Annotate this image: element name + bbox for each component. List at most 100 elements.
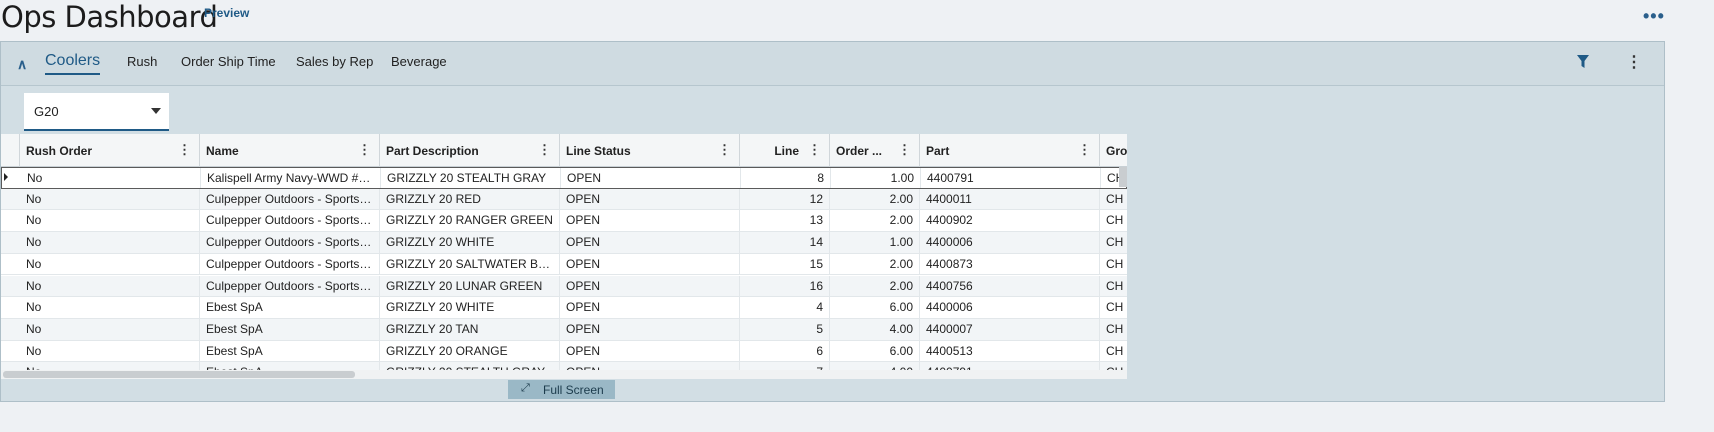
- table-cell[interactable]: No: [21, 168, 201, 188]
- table-cell[interactable]: CH: [1100, 189, 1127, 210]
- column-header-line[interactable]: Line ⋮: [740, 134, 830, 167]
- table-cell[interactable]: 12: [740, 188, 830, 210]
- table-row[interactable]: No Culpepper Outdoors - Sports Center GRIZ…: [1, 232, 1127, 254]
- table-cell[interactable]: 6.00: [830, 297, 920, 318]
- table-row[interactable]: No Culpepper Outdoors - Sports Center GRIZ…: [1, 253, 1127, 276]
- table-cell[interactable]: GRIZZLY 20 RANGER GREEN: [380, 210, 560, 232]
- table-cell[interactable]: 4400007: [920, 318, 1100, 340]
- table-cell[interactable]: No: [20, 232, 200, 253]
- tab-sales-by-rep[interactable]: Sales by Rep: [296, 54, 373, 69]
- table-cell[interactable]: 2.00: [830, 275, 920, 297]
- table-cell[interactable]: 13: [740, 210, 830, 232]
- table-cell[interactable]: CH: [1100, 210, 1127, 231]
- table-cell[interactable]: No: [20, 210, 200, 232]
- table-cell[interactable]: CH: [1100, 297, 1127, 318]
- table-cell[interactable]: 2.00: [830, 253, 920, 275]
- column-header-part[interactable]: Part ⋮: [920, 134, 1100, 167]
- column-menu-icon[interactable]: ⋮: [898, 142, 911, 158]
- column-menu-icon[interactable]: ⋮: [178, 142, 191, 158]
- table-cell[interactable]: 15: [740, 253, 830, 275]
- full-screen-button[interactable]: ⤢ Full Screen: [508, 380, 615, 399]
- tab-beverage[interactable]: Beverage: [391, 54, 447, 69]
- table-cell[interactable]: 1.00: [831, 168, 921, 188]
- table-cell[interactable]: No: [20, 340, 200, 362]
- table-cell[interactable]: 4.00: [830, 318, 920, 340]
- table-cell[interactable]: 14: [740, 232, 830, 253]
- table-cell[interactable]: GRIZZLY 20 TAN: [380, 318, 560, 340]
- table-cell[interactable]: OPEN: [561, 168, 741, 188]
- table-row[interactable]: No Ebest SpA GRIZZLY 20 TAN OPEN 5 4.00 440000…: [1, 318, 1127, 341]
- column-header-name[interactable]: Name ⋮: [200, 134, 380, 167]
- table-row[interactable]: No Culpepper Outdoors - Sports Center GRIZ…: [1, 275, 1127, 298]
- tab-rush[interactable]: Rush: [127, 54, 157, 69]
- table-row[interactable]: No Ebest SpA GRIZZLY 20 WHITE OPEN 4 6.00 4400…: [1, 297, 1127, 319]
- column-menu-icon[interactable]: ⋮: [1078, 142, 1091, 158]
- group-select[interactable]: G20: [24, 93, 169, 131]
- table-cell[interactable]: OPEN: [560, 318, 740, 340]
- table-cell[interactable]: GRIZZLY 20 SALTWATER BLUE: [380, 253, 560, 275]
- table-cell[interactable]: GRIZZLY 20 STEALTH GRAY: [381, 168, 561, 188]
- table-cell[interactable]: 16: [740, 275, 830, 297]
- table-cell[interactable]: 4400756: [920, 275, 1100, 297]
- table-cell[interactable]: Kalispell Army Navy-WWD #528: [201, 168, 381, 188]
- table-row[interactable]: No Ebest SpA GRIZZLY 20 ORANGE OPEN 6 6.00 440…: [1, 340, 1127, 363]
- column-menu-icon[interactable]: ⋮: [808, 142, 821, 158]
- table-cell[interactable]: GRIZZLY 20 WHITE: [380, 297, 560, 318]
- column-header-rush-order[interactable]: Rush Order ⋮: [20, 134, 200, 167]
- table-cell[interactable]: 4: [740, 297, 830, 318]
- table-cell[interactable]: 5: [740, 318, 830, 340]
- table-cell[interactable]: OPEN: [560, 275, 740, 297]
- more-horizontal-icon[interactable]: •••: [1643, 6, 1665, 27]
- table-cell[interactable]: 4400902: [920, 210, 1100, 232]
- table-cell[interactable]: GRIZZLY 20 RED: [380, 188, 560, 210]
- horizontal-scrollbar-thumb[interactable]: [3, 371, 355, 378]
- vertical-scrollbar-thumb[interactable]: [1119, 167, 1127, 187]
- table-cell[interactable]: CH: [1100, 319, 1127, 340]
- table-cell[interactable]: CH: [1100, 232, 1127, 253]
- table-cell[interactable]: 1.00: [830, 232, 920, 253]
- table-cell[interactable]: No: [20, 318, 200, 340]
- table-cell[interactable]: CH: [1100, 254, 1127, 275]
- table-cell[interactable]: 4400006: [920, 232, 1100, 253]
- table-cell[interactable]: OPEN: [560, 253, 740, 275]
- horizontal-scrollbar[interactable]: [1, 370, 1127, 379]
- table-cell[interactable]: No: [20, 253, 200, 275]
- table-row[interactable]: No Culpepper Outdoors - Sports Center GRIZ…: [1, 210, 1127, 233]
- table-cell[interactable]: OPEN: [560, 340, 740, 362]
- table-cell[interactable]: No: [20, 275, 200, 297]
- table-cell[interactable]: OPEN: [560, 210, 740, 232]
- filter-icon[interactable]: [1577, 55, 1589, 69]
- table-row[interactable]: No Kalispell Army Navy-WWD #528 GRIZZLY 20…: [1, 167, 1127, 189]
- table-cell[interactable]: 4400791: [921, 168, 1101, 188]
- tab-order-ship-time[interactable]: Order Ship Time: [181, 54, 276, 69]
- table-cell[interactable]: 8: [741, 168, 831, 188]
- table-cell[interactable]: Ebest SpA: [200, 297, 380, 318]
- collapse-chevron-icon[interactable]: ∧: [17, 56, 27, 73]
- more-vert-icon[interactable]: ⋮: [1626, 52, 1642, 72]
- table-cell[interactable]: Ebest SpA: [200, 318, 380, 340]
- column-header-line-status[interactable]: Line Status ⋮: [560, 134, 740, 167]
- column-header-part-description[interactable]: Part Description ⋮: [380, 134, 560, 167]
- table-cell[interactable]: OPEN: [560, 232, 740, 253]
- table-cell[interactable]: Culpepper Outdoors - Sports Center: [200, 188, 380, 210]
- table-cell[interactable]: Culpepper Outdoors - Sports Center: [200, 275, 380, 297]
- table-cell[interactable]: GRIZZLY 20 ORANGE: [380, 340, 560, 362]
- table-cell[interactable]: CH: [1100, 341, 1127, 362]
- table-cell[interactable]: No: [20, 188, 200, 210]
- table-cell[interactable]: OPEN: [560, 297, 740, 318]
- table-cell[interactable]: 4400873: [920, 253, 1100, 275]
- table-cell[interactable]: Culpepper Outdoors - Sports Center: [200, 210, 380, 232]
- table-cell[interactable]: GRIZZLY 20 LUNAR GREEN: [380, 275, 560, 297]
- table-cell[interactable]: OPEN: [560, 188, 740, 210]
- table-cell[interactable]: 4400006: [920, 297, 1100, 318]
- table-cell[interactable]: 4400513: [920, 340, 1100, 362]
- table-row[interactable]: No Culpepper Outdoors - Sports Center GRIZ…: [1, 188, 1127, 211]
- column-menu-icon[interactable]: ⋮: [538, 142, 551, 158]
- table-cell[interactable]: Culpepper Outdoors - Sports Center: [200, 232, 380, 253]
- table-cell[interactable]: 4400011: [920, 188, 1100, 210]
- table-cell[interactable]: Ebest SpA: [200, 340, 380, 362]
- table-cell[interactable]: 2.00: [830, 210, 920, 232]
- column-menu-icon[interactable]: ⋮: [718, 142, 731, 158]
- table-cell[interactable]: No: [20, 297, 200, 318]
- column-header-group[interactable]: Gro: [1100, 134, 1127, 167]
